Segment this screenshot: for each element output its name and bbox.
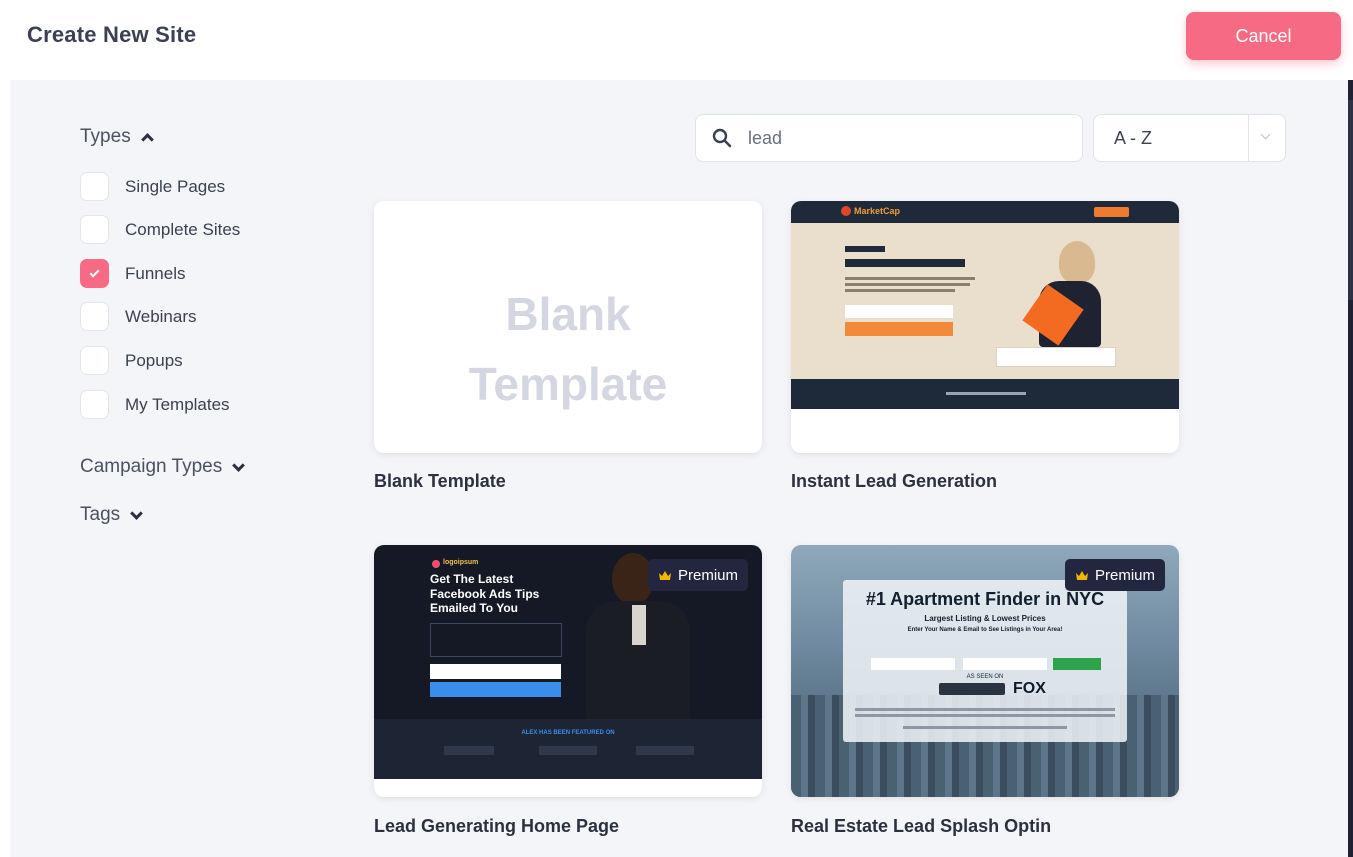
search-box[interactable] (695, 114, 1083, 162)
person-image (632, 605, 646, 645)
filter-complete-sites[interactable]: Complete Sites (80, 215, 240, 244)
preview-headline: #1 Apartment Finder in NYC (865, 589, 1105, 609)
logo-icon (841, 206, 851, 216)
tags-label: Tags (80, 504, 121, 525)
filter-webinars[interactable]: Webinars (80, 302, 197, 331)
preview-headline (845, 259, 965, 267)
preview-badge (845, 246, 885, 252)
preview-cta-text: Enter Your Name & Email to See Listings … (907, 627, 1063, 633)
preview-text-line: Blank (505, 288, 631, 340)
template-title[interactable]: Real Estate Lead Splash Optin (791, 816, 1051, 837)
template-title[interactable]: Lead Generating Home Page (374, 816, 619, 837)
preview-button (845, 322, 953, 336)
divider (1248, 115, 1249, 161)
scrollbar[interactable] (1348, 80, 1353, 857)
preview-featured-text: ALEX HAS BEEN FEATURED ON (521, 730, 615, 736)
checkbox-label: Webinars (125, 306, 197, 326)
check-icon (89, 267, 100, 277)
preview-nav-button (1094, 207, 1129, 217)
checkbox[interactable] (80, 215, 109, 244)
sort-select[interactable]: A - Z (1093, 114, 1286, 162)
scrollbar-thumb[interactable] (1348, 100, 1353, 300)
preview-text (845, 283, 970, 286)
premium-badge: Premium (647, 559, 748, 591)
preview-navbar: MarketCap (791, 201, 1179, 223)
cancel-button[interactable]: Cancel (1186, 12, 1341, 60)
chevron-down-icon (232, 458, 246, 472)
person-image (1059, 241, 1095, 283)
preview-subheadline: Largest Listing & Lowest Prices (924, 614, 1046, 623)
checkbox-label: Funnels (125, 263, 186, 283)
preview-input (845, 305, 953, 318)
preview-text (855, 708, 1115, 711)
preview-hero (791, 223, 1179, 379)
template-title[interactable]: Blank Template (374, 471, 506, 492)
preview-brand: logoipsum (443, 559, 479, 566)
preview-input (430, 664, 561, 679)
template-card-lead-home[interactable]: logoipsum Get The Latest Facebook Ads Ti… (374, 545, 762, 797)
preview-logo (444, 746, 494, 755)
preview-brand: MarketCap (854, 206, 901, 216)
filter-single-pages[interactable]: Single Pages (80, 172, 225, 201)
template-card-blank[interactable]: Blank Template (374, 201, 762, 453)
preview-testimonial (430, 623, 562, 657)
chevron-up-icon (140, 133, 154, 146)
sort-value: A - Z (1114, 128, 1153, 148)
template-title[interactable]: Instant Lead Generation (791, 471, 997, 492)
campaign-types-label: Campaign Types (80, 456, 223, 477)
campaign-types-toggle[interactable]: Campaign Types (80, 456, 246, 478)
logo-icon (432, 560, 440, 568)
search-input[interactable] (748, 127, 1048, 149)
types-label: Types (80, 126, 131, 147)
filter-my-templates[interactable]: My Templates (80, 390, 230, 419)
crown-icon (658, 570, 671, 580)
preview-text (845, 277, 975, 280)
preview-input (871, 658, 955, 670)
preview-logo (539, 746, 597, 755)
filter-popups[interactable]: Popups (80, 346, 183, 375)
fox-logo: FOX (1013, 680, 1046, 697)
preview-input (963, 658, 1047, 670)
preview-caption (996, 347, 1116, 367)
preview-button (1053, 658, 1101, 670)
preview-text (855, 714, 1115, 717)
page-title: Create New Site (27, 22, 197, 47)
checkbox[interactable] (80, 346, 109, 375)
chevron-down-icon (1260, 129, 1271, 140)
template-card-real-estate[interactable]: #1 Apartment Finder in NYC Largest Listi… (791, 545, 1179, 797)
preview-text (903, 726, 1067, 729)
tags-toggle[interactable]: Tags (80, 504, 144, 526)
premium-label: Premium (1094, 566, 1155, 584)
template-card-instant-lead[interactable]: MarketCap (791, 201, 1179, 453)
checkbox-label: Single Pages (125, 176, 226, 196)
header: Create New Site Cancel (0, 0, 1353, 78)
chevron-down-icon (130, 506, 144, 520)
preview-text (845, 289, 955, 292)
preview-seen-on: AS SEEN ON (966, 674, 1004, 680)
premium-label: Premium (677, 566, 738, 584)
preview-logo (636, 746, 694, 755)
blank-preview-text: Blank Template (374, 279, 762, 419)
preview-button (430, 682, 561, 697)
checkbox-label: Popups (125, 350, 183, 370)
preview-optin-panel: #1 Apartment Finder in NYC Largest Listi… (843, 580, 1127, 742)
preview-featured-band: ALEX HAS BEEN FEATURED ON (374, 719, 762, 779)
checkbox-label: Complete Sites (125, 219, 241, 239)
checkbox-checked[interactable] (80, 259, 109, 288)
crown-icon (1075, 570, 1088, 580)
preview-footer (791, 379, 1179, 409)
premium-badge: Premium (1064, 559, 1165, 591)
checkbox[interactable] (80, 302, 109, 331)
preview-footer-text (946, 392, 1026, 395)
preview-headline: Get The Latest Facebook Ads Tips Emailed… (430, 572, 540, 615)
search-icon (712, 128, 732, 148)
media-logos (939, 683, 1005, 695)
checkbox[interactable] (80, 390, 109, 419)
types-toggle[interactable]: Types (80, 126, 154, 148)
filter-funnels[interactable]: Funnels (80, 259, 185, 288)
checkbox-label: My Templates (125, 394, 230, 414)
checkbox[interactable] (80, 172, 109, 201)
preview-text-line: Template (468, 358, 668, 410)
